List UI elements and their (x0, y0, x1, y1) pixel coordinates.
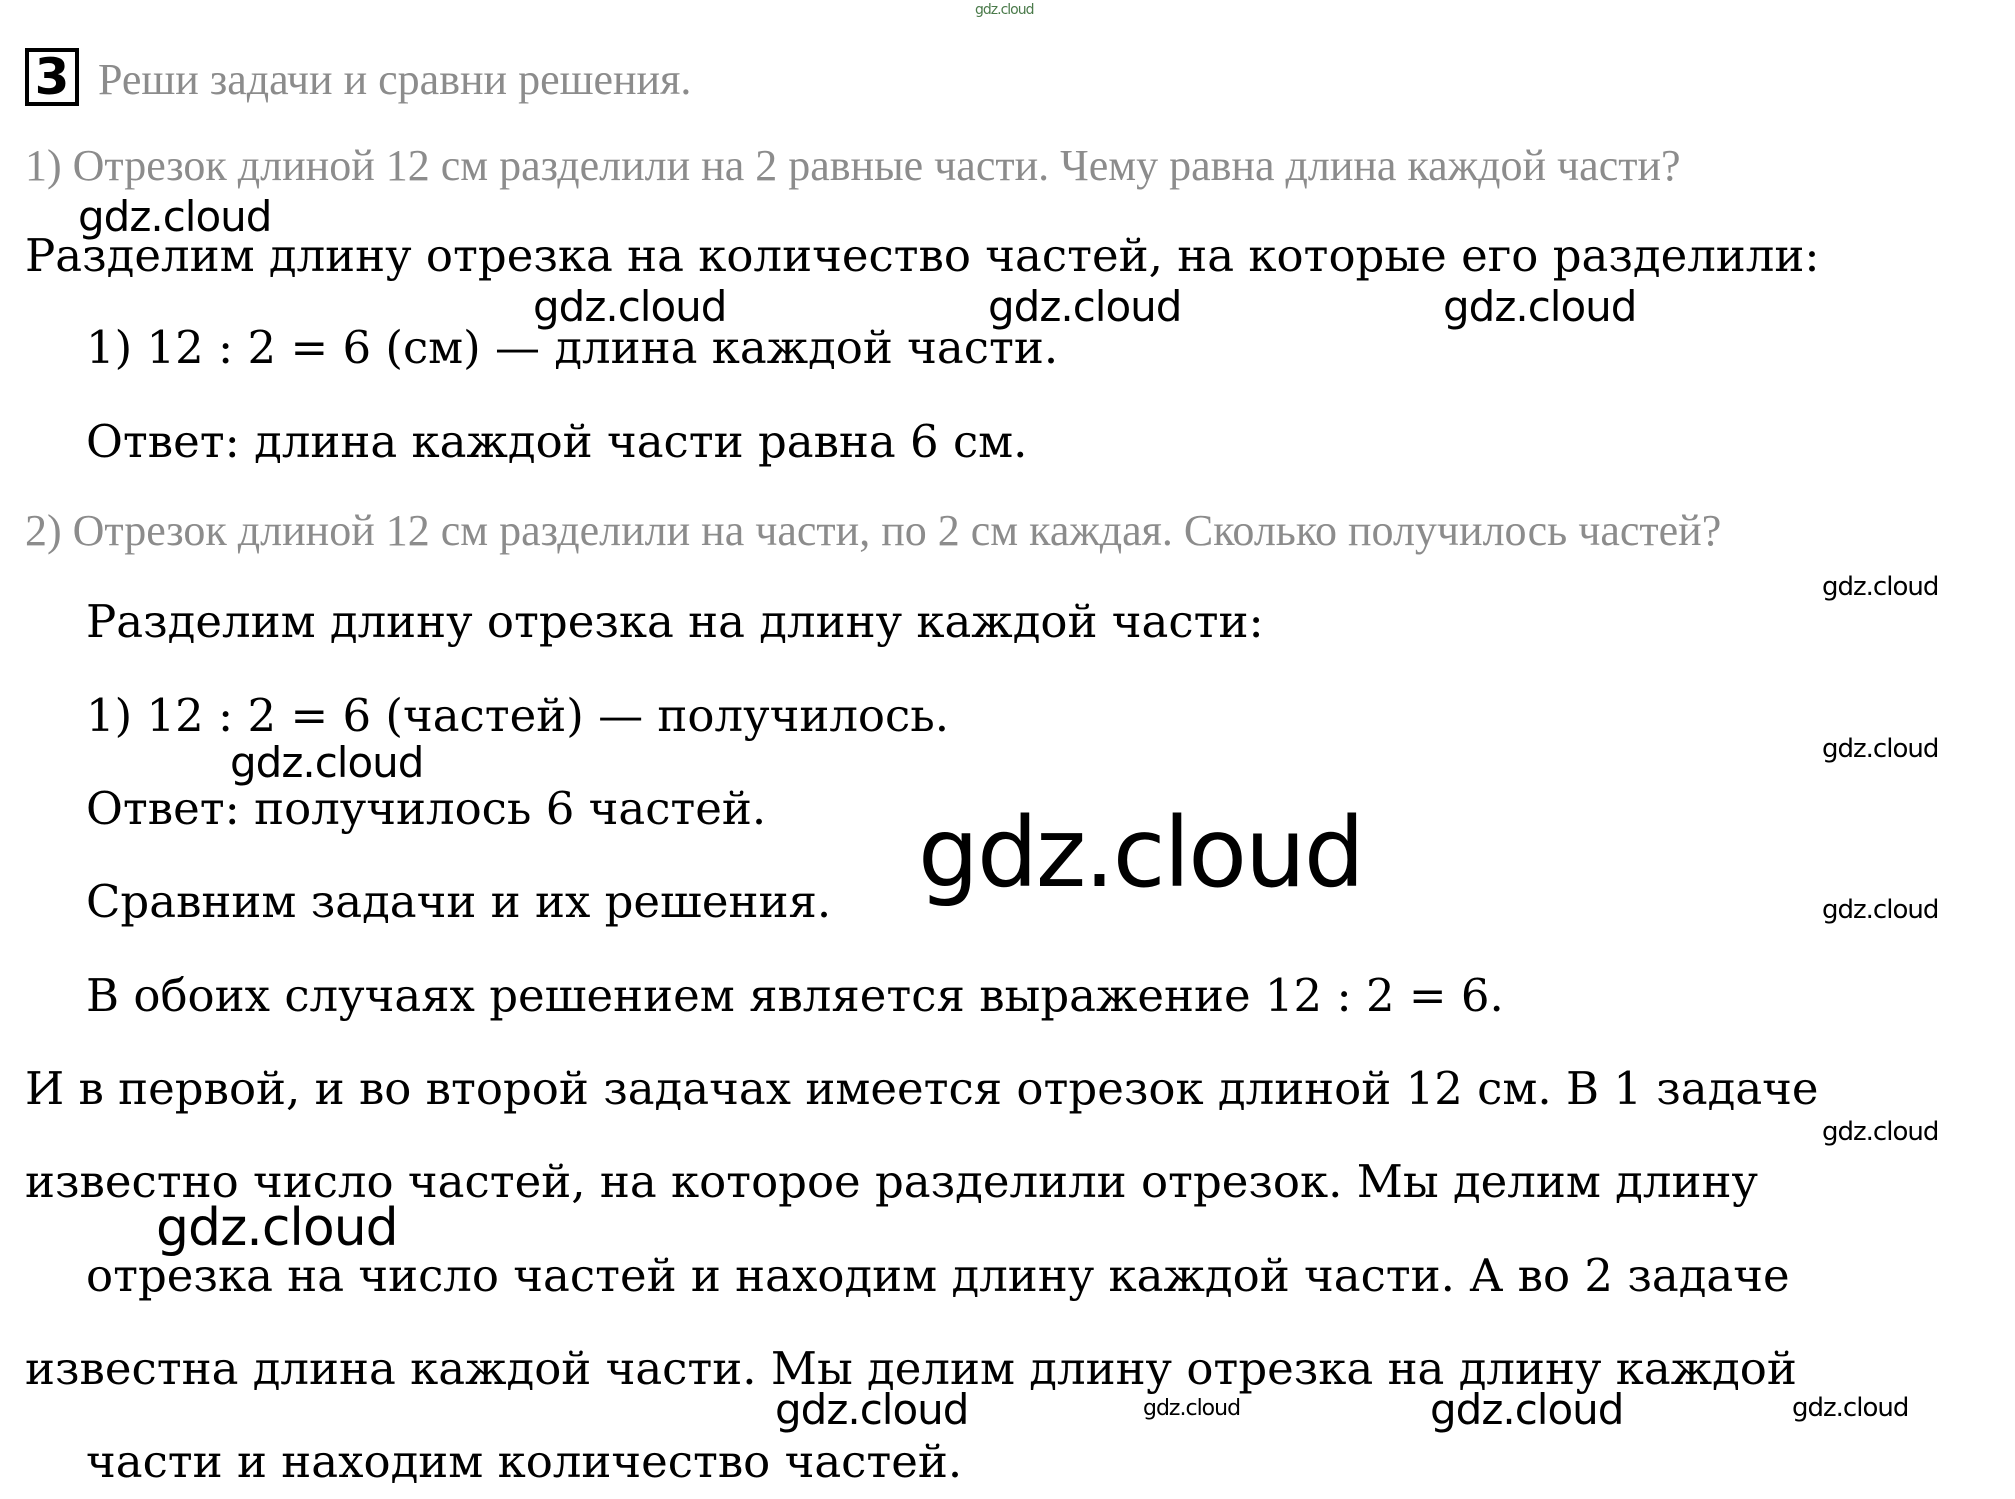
watermark-top: gdz.cloud (975, 2, 1034, 18)
watermark: gdz.cloud (533, 282, 727, 331)
watermark: gdz.cloud (1143, 1396, 1241, 1421)
watermark: gdz.cloud (1822, 1117, 1939, 1147)
problem2-answer: Ответ: получилось 6 частей. (86, 782, 767, 835)
watermark: gdz.cloud (1430, 1385, 1624, 1434)
watermark-large: gdz.cloud (918, 797, 1365, 909)
watermark: gdz.cloud (230, 738, 424, 787)
problem2-question: 2) Отрезок длиной 12 см разделили на час… (25, 506, 1722, 555)
watermark: gdz.cloud (156, 1198, 399, 1258)
problem1-intro: Разделим длину отрезка на количество час… (25, 229, 1820, 282)
task-title: Реши задачи и сравни решения. (98, 55, 692, 104)
watermark: gdz.cloud (1822, 895, 1939, 925)
watermark: gdz.cloud (1792, 1393, 1909, 1423)
task-number-box: 3 (25, 48, 79, 106)
watermark: gdz.cloud (775, 1385, 969, 1434)
problem2-intro: Разделим длину отрезка на длину каждой ч… (86, 595, 1264, 648)
comparison-line-1: Сравним задачи и их решения. (86, 875, 832, 928)
watermark: gdz.cloud (78, 192, 272, 241)
problem1-answer: Ответ: длина каждой части равна 6 см. (86, 415, 1028, 468)
problem1-question: 1) Отрезок длиной 12 см разделили на 2 р… (25, 141, 1681, 190)
problem2-step: 1) 12 : 2 = 6 (частей) — получилось. (86, 689, 949, 742)
watermark: gdz.cloud (1443, 282, 1637, 331)
comparison-line-7: части и находим количество частей. (86, 1435, 963, 1488)
comparison-line-3: И в первой, и во второй задачах имеется … (25, 1062, 1819, 1115)
comparison-line-2: В обоих случаях решением является выраже… (86, 969, 1504, 1022)
watermark: gdz.cloud (1822, 572, 1939, 602)
watermark: gdz.cloud (1822, 734, 1939, 764)
watermark: gdz.cloud (988, 282, 1182, 331)
